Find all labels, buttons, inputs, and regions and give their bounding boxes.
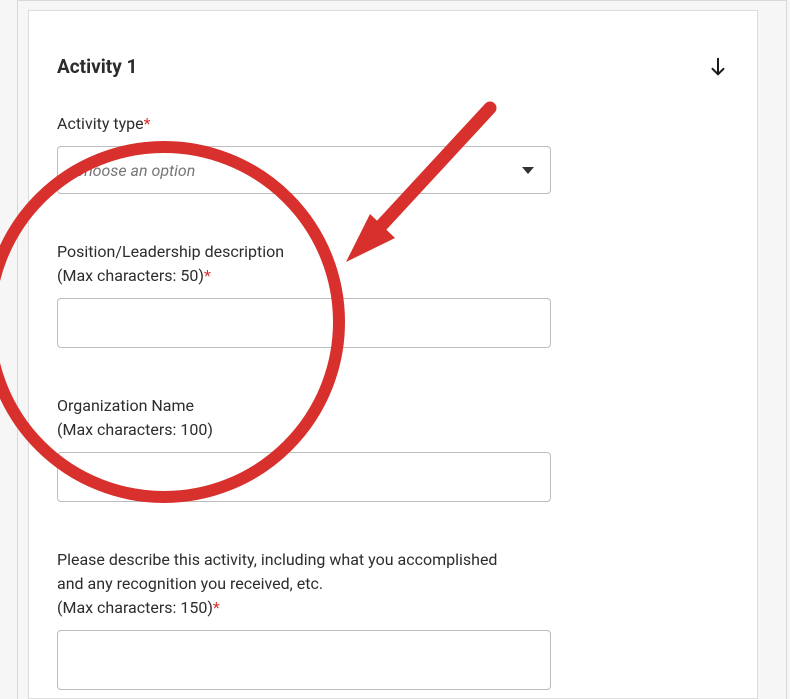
label-text-line2: (Max characters: 100) [57, 420, 213, 439]
label-text-line1: Organization Name [57, 396, 194, 415]
position-description-input[interactable] [57, 298, 551, 348]
activity-type-select[interactable]: Choose an option [57, 146, 551, 194]
label-text-line1: Position/Leadership description [57, 242, 284, 261]
describe-activity-label: Please describe this activity, including… [57, 548, 729, 620]
card-title: Activity 1 [57, 55, 137, 78]
label-text-line2: (Max characters: 50) [57, 266, 204, 285]
describe-activity-field: Please describe this activity, including… [57, 548, 729, 694]
required-asterisk: * [144, 114, 151, 133]
organization-name-field: Organization Name (Max characters: 100) [57, 394, 729, 502]
activity-card: Activity 1 Activity type* Choose an opti… [28, 10, 758, 699]
position-description-label: Position/Leadership description (Max cha… [57, 240, 729, 288]
describe-activity-textarea[interactable] [57, 630, 551, 690]
activity-type-field: Activity type* Choose an option [57, 112, 729, 194]
required-asterisk: * [213, 598, 220, 617]
organization-name-input[interactable] [57, 452, 551, 502]
activity-type-label: Activity type* [57, 112, 729, 136]
chevron-down-icon [522, 167, 534, 174]
page: Activity 1 Activity type* Choose an opti… [0, 0, 790, 699]
arrow-down-icon[interactable] [707, 56, 729, 78]
activity-type-placeholder: Choose an option [74, 161, 195, 180]
required-asterisk: * [204, 266, 211, 285]
label-text: Activity type [57, 114, 144, 133]
position-description-field: Position/Leadership description (Max cha… [57, 240, 729, 348]
organization-name-label: Organization Name (Max characters: 100) [57, 394, 729, 442]
label-text-line2: and any recognition you received, etc. [57, 574, 323, 593]
label-text-line1: Please describe this activity, including… [57, 550, 497, 569]
card-header[interactable]: Activity 1 [57, 55, 729, 78]
label-text-line3: (Max characters: 150) [57, 598, 213, 617]
